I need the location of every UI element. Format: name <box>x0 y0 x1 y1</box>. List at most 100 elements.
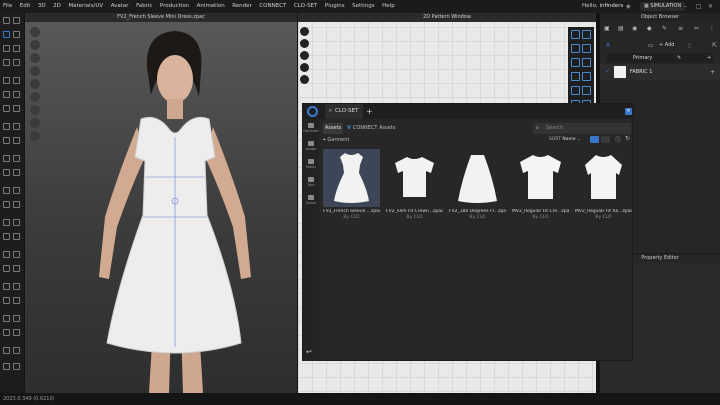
tool-icon[interactable] <box>13 219 20 226</box>
menu-clo-set[interactable]: CLO-SET <box>294 0 318 13</box>
sidebar-item-garment[interactable]: Garment <box>303 123 319 133</box>
fabric-type-icon[interactable]: A <box>606 42 610 49</box>
sidebar-item-avatar[interactable]: Avatar <box>303 141 319 151</box>
pattern-tool-icon[interactable] <box>582 30 591 39</box>
menu-3d[interactable]: 3D <box>38 0 46 13</box>
tool-icon[interactable] <box>13 251 20 258</box>
sort-dropdown[interactable]: SORT Name ⌄ <box>549 137 581 142</box>
view-control-icon[interactable] <box>30 92 40 102</box>
copy-icon[interactable]: ▯ <box>688 42 691 49</box>
simulation-button[interactable]: ▦ SIMULATION <box>640 2 686 11</box>
tool-icon[interactable] <box>3 17 10 24</box>
fabric-list-item[interactable]: ✓ FABRIC 1 + <box>600 64 720 80</box>
user-greeting[interactable]: Hello, infinders <box>582 0 623 13</box>
tool-icon[interactable] <box>3 363 10 370</box>
object-type-icon[interactable]: ▣ <box>604 25 610 32</box>
pattern-view-icon[interactable] <box>300 63 309 72</box>
pattern-tool-icon[interactable] <box>571 72 580 81</box>
viewport-3d[interactable]: FV2_French Sleeve Mini Dress.zpac <box>25 13 297 393</box>
tool-icon[interactable] <box>3 187 10 194</box>
pattern-tool-icon[interactable] <box>571 58 580 67</box>
menu-fabric[interactable]: Fabric <box>136 0 152 13</box>
colorway-primary[interactable]: Primary ✎ + <box>607 53 713 63</box>
tool-icon[interactable] <box>13 233 20 240</box>
pattern-view-icon[interactable] <box>300 51 309 60</box>
pattern-tool-icon[interactable] <box>582 72 591 81</box>
close-icon[interactable]: × <box>625 108 632 115</box>
tab-close-icon[interactable]: × <box>328 104 333 119</box>
tool-icon[interactable] <box>3 329 10 336</box>
pattern-tool-icon[interactable] <box>571 86 580 95</box>
tool-icon[interactable] <box>3 347 10 354</box>
tool-icon[interactable] <box>13 329 20 336</box>
pattern-tool-icon[interactable] <box>582 44 591 53</box>
view-control-icon[interactable] <box>30 27 40 37</box>
tool-icon[interactable] <box>3 137 10 144</box>
info-icon[interactable]: ⓘ <box>615 135 621 144</box>
view-control-icon[interactable] <box>30 40 40 50</box>
asset-card[interactable]: FV2_180 Degrees Fl...zpac By CLO <box>449 149 506 224</box>
menu-avatar[interactable]: Avatar <box>111 0 129 13</box>
tool-icon[interactable] <box>3 297 10 304</box>
tool-icon[interactable] <box>13 363 20 370</box>
tool-icon[interactable] <box>3 45 10 52</box>
pattern-tool-icon[interactable] <box>571 30 580 39</box>
menu-production[interactable]: Production <box>160 0 189 13</box>
tool-icon[interactable] <box>13 31 20 38</box>
edit-icon[interactable]: ✎ <box>677 53 681 63</box>
tool-icon[interactable] <box>3 265 10 272</box>
tool-icon[interactable] <box>3 219 10 226</box>
folder-icon[interactable]: ▭ <box>648 42 654 49</box>
tool-icon[interactable] <box>3 201 10 208</box>
pattern-tool-icon[interactable] <box>571 44 580 53</box>
view-control-icon[interactable] <box>30 79 40 89</box>
tool-icon[interactable] <box>3 77 10 84</box>
tool-icon[interactable] <box>13 105 20 112</box>
tool-icon[interactable] <box>3 283 10 290</box>
pattern-tool-icon[interactable] <box>582 58 591 67</box>
sidebar-item-fabric[interactable]: Fabric <box>303 159 319 169</box>
menu-connect[interactable]: CONNECT <box>259 0 286 13</box>
tool-icon[interactable] <box>13 137 20 144</box>
pattern-view-icon[interactable] <box>300 75 309 84</box>
view-control-icon[interactable] <box>30 131 40 141</box>
avatar-model[interactable] <box>65 27 275 393</box>
menu-render[interactable]: Render <box>232 0 252 13</box>
tool-icon[interactable] <box>3 59 10 66</box>
tab-connect-assets[interactable]: V CONNECT Assets <box>347 123 395 134</box>
pattern-tool-icon[interactable] <box>582 86 591 95</box>
asset-card[interactable]: MV2_Regular Fit Cre...zpac By CLO <box>512 149 569 224</box>
tool-icon[interactable] <box>13 59 20 66</box>
menu-materials-uv[interactable]: Materials/UV <box>68 0 103 13</box>
asset-card[interactable]: MV2_Regular Fit Ra...zpac By CLO <box>575 149 632 224</box>
menu-help[interactable]: Help <box>382 0 395 13</box>
tool-icon[interactable] <box>13 201 20 208</box>
zipper-tab-icon[interactable]: ≡ <box>678 25 683 32</box>
tool-icon[interactable] <box>13 123 20 130</box>
menu-2d[interactable]: 2D <box>53 0 61 13</box>
back-icon[interactable]: ↩ <box>306 348 312 356</box>
expand-icon[interactable]: ⇱ <box>712 42 717 49</box>
asset-card[interactable]: FV2_French Sleeve ...zpac By CLO <box>323 149 380 224</box>
view-control-icon[interactable] <box>30 53 40 63</box>
avatar-tab-icon[interactable]: ✂ <box>694 25 699 32</box>
tool-icon[interactable] <box>13 91 20 98</box>
asset-card[interactable]: FV2_Slim Fit Crewn...zpac By CLO <box>386 149 443 224</box>
list-view-icon[interactable] <box>601 136 610 143</box>
menu-settings[interactable]: Settings <box>352 0 375 13</box>
tool-icon[interactable] <box>13 347 20 354</box>
refresh-icon[interactable]: ↻ <box>625 135 630 142</box>
close-window-icon[interactable]: ✕ <box>708 0 713 13</box>
view-control-icon[interactable] <box>30 105 40 115</box>
grid-view-icon[interactable] <box>590 136 599 143</box>
new-tab-icon[interactable]: + <box>366 104 373 119</box>
menu-animation[interactable]: Animation <box>197 0 225 13</box>
tool-icon[interactable] <box>13 187 20 194</box>
tool-icon[interactable] <box>3 91 10 98</box>
pattern-view-icon[interactable] <box>300 27 309 36</box>
tool-icon[interactable] <box>13 155 20 162</box>
view-control-icon[interactable] <box>30 66 40 76</box>
fabric-add-icon[interactable]: + <box>710 69 715 76</box>
tool-icon[interactable] <box>13 169 20 176</box>
sidebar-item-scene[interactable]: Scene <box>303 195 319 205</box>
